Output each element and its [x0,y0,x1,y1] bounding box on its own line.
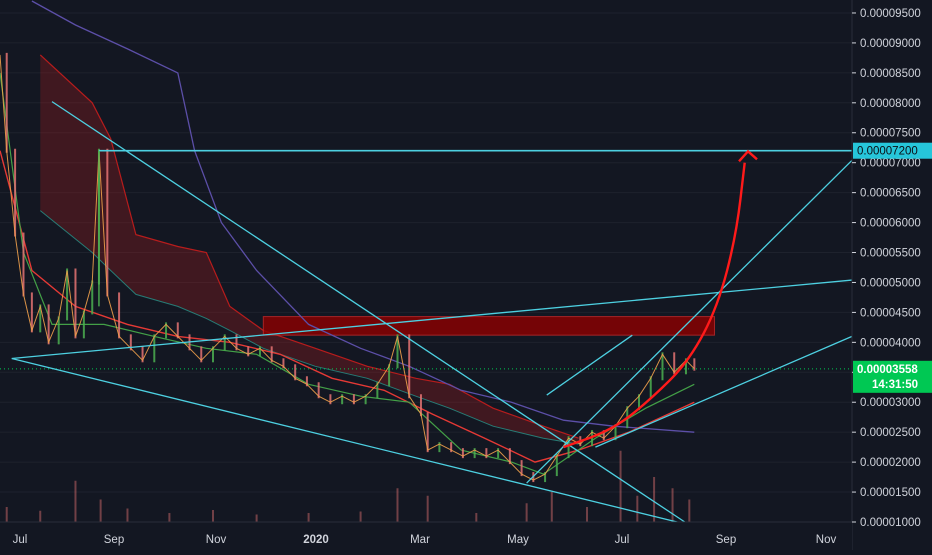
volume-bar [619,450,622,522]
current-price-label: 0.00003558 [857,364,918,376]
volume-bar [426,495,429,522]
price-tick-label: 0.00007500 [860,128,921,140]
volume-bar [636,495,639,522]
volume-bar [525,503,528,522]
volume-bar [168,513,171,522]
volume-bar [653,477,656,522]
volume-bar [475,513,478,522]
price-tick-label: 0.00006500 [860,188,921,200]
price-tick-label: 0.00007000 [860,158,921,170]
price-tick-label: 0.00009000 [860,38,921,50]
countdown-label: 14:31:50 [872,379,918,391]
price-tick-label: 0.00001500 [860,487,921,499]
price-tick-label: 0.00006000 [860,218,921,230]
volume-bar [688,499,691,522]
time-tick-label: Nov [206,534,227,546]
volume-bar [550,492,553,522]
time-tick-label: May [507,534,529,546]
price-tick-label: 0.00008000 [860,98,921,110]
time-tick-label: Jul [615,534,630,546]
volume-bar [5,507,8,522]
price-tick-label: 0.00004500 [860,307,921,319]
target-price-label: 0.00007200 [857,146,918,158]
volume-bar [212,510,214,522]
time-tick-label: Jul [13,534,28,546]
volume-bar [74,480,77,522]
time-tick-label: Mar [410,534,430,546]
time-tick-label: Sep [104,534,124,546]
volume-bar [359,511,362,522]
time-tick-label: Sep [716,534,736,546]
resistance-zone[interactable] [262,316,715,336]
volume-bar [126,508,129,522]
chart-root: 0.00009500 0.00009000 0.00008500 0.00008000… [0,0,932,550]
price-tick-label: 0.00009500 [860,8,921,20]
volume-bar [307,513,310,522]
price-chart[interactable]: 0.00009500 0.00009000 0.00008500 0.00008000… [0,0,932,550]
price-tick-label: 0.00005500 [860,248,921,260]
price-axis: 0.00009500 0.00009000 0.00008500 0.00008000… [851,0,932,550]
time-tick-label: 2020 [303,534,329,546]
volume-bar [255,514,258,522]
volume-bar [671,488,674,522]
volume-bar [586,507,589,522]
price-tick-label: 0.00002000 [860,457,921,469]
volume-bar [99,499,102,522]
price-tick-label: 0.00003000 [860,397,921,409]
time-tick-label: Nov [816,534,837,546]
volume-bar [396,488,399,522]
price-tick-label: 0.00002500 [860,427,921,439]
resistance-zone-group [262,316,715,336]
price-tick-label: 0.00005000 [860,277,921,289]
volume-bar [39,510,42,522]
time-axis: Jul Sep Nov 2020 Mar May Jul Sep Nov [0,521,852,550]
price-tick-label: 0.00001000 [860,517,921,529]
price-tick-label: 0.00008500 [860,68,921,80]
price-tick-label: 0.00004000 [860,337,921,349]
